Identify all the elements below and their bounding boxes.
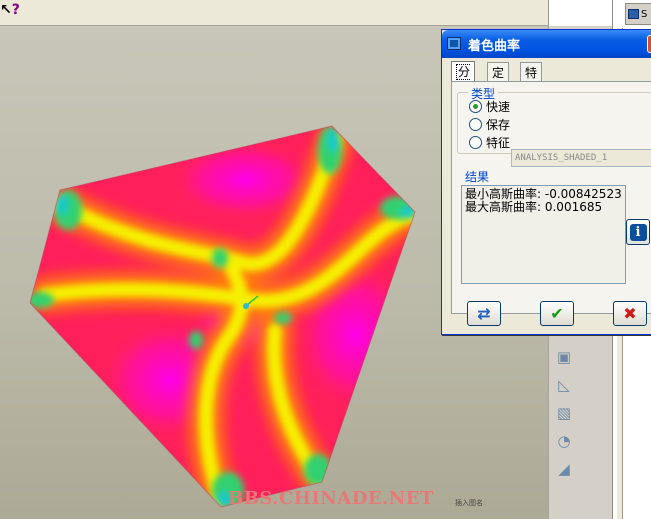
extrude-icon[interactable]: ▧ [553, 402, 575, 424]
analysis-tab-panel: 类型 快速 保存 特征 ANALYSIS_SHADED_1 结果 最小高斯曲率:… [451, 81, 651, 314]
help-cursor-icon: ↖? [0, 2, 20, 18]
model-tree-tab-label: S [641, 8, 648, 20]
close-icon: ✖ [623, 304, 637, 323]
repeat-button[interactable]: ⇄ [467, 301, 501, 326]
dialog-close-button[interactable] [647, 35, 651, 53]
revolve-icon[interactable]: ◔ [553, 430, 575, 452]
datum-plane-icon[interactable]: ▣ [553, 346, 575, 368]
shaded-curvature-dialog: 着色曲率 分析 定义 特征 类型 快速 保存 特征 ANALYSIS_SHADE… [441, 29, 651, 335]
radio-quick-label: 快速 [486, 99, 511, 114]
radio-feature-button[interactable] [469, 135, 482, 149]
type-group: 类型 快速 保存 特征 [457, 85, 651, 154]
info-button[interactable]: i [626, 219, 650, 245]
tab-analysis[interactable]: 分析 [451, 61, 476, 97]
radio-feature-label: 特征 [486, 135, 511, 150]
checkmark-icon: ✔ [550, 304, 564, 323]
cancel-button[interactable]: ✖ [613, 301, 647, 326]
toolbar-spacer [548, 0, 612, 26]
radio-feature[interactable]: 特征 [469, 134, 510, 150]
ok-button[interactable]: ✔ [540, 301, 574, 326]
result-group-legend: 结果 [462, 168, 493, 185]
radio-save[interactable]: 保存 [469, 116, 510, 132]
repeat-icon: ⇄ [477, 304, 491, 323]
watermark-text: BBS.CHINADE.NET [228, 488, 434, 509]
viewport-corner-label: 插入图名 [455, 499, 483, 507]
analysis-name-field[interactable]: ANALYSIS_SHADED_1 [511, 149, 651, 167]
max-gaussian-curvature: 最大高斯曲率: 0.001685 [465, 200, 603, 214]
dialog-title: 着色曲率 [468, 39, 521, 54]
info-icon: i [629, 223, 647, 241]
result-group: 结果 最小高斯曲率: -0.00842523 最大高斯曲率: 0.001685 [454, 168, 651, 306]
radio-save-button[interactable] [469, 117, 482, 131]
result-text-area[interactable]: 最小高斯曲率: -0.00842523 最大高斯曲率: 0.001685 [461, 185, 626, 284]
window-icon [628, 9, 639, 19]
radio-quick-button[interactable] [469, 99, 482, 113]
dialog-titlebar[interactable]: 着色曲率 [442, 30, 651, 58]
model-tree-tab[interactable]: S [625, 3, 651, 25]
top-toolbar: ↖? [0, 0, 651, 26]
dialog-app-icon [447, 37, 461, 50]
sweep-icon[interactable]: ◢ [553, 458, 575, 480]
tab-definition[interactable]: 定义 [487, 62, 510, 97]
radio-save-label: 保存 [486, 117, 511, 132]
tab-feature[interactable]: 特征 [520, 62, 543, 97]
radio-quick[interactable]: 快速 [469, 98, 510, 114]
sketch-icon[interactable]: ◺ [553, 374, 575, 396]
